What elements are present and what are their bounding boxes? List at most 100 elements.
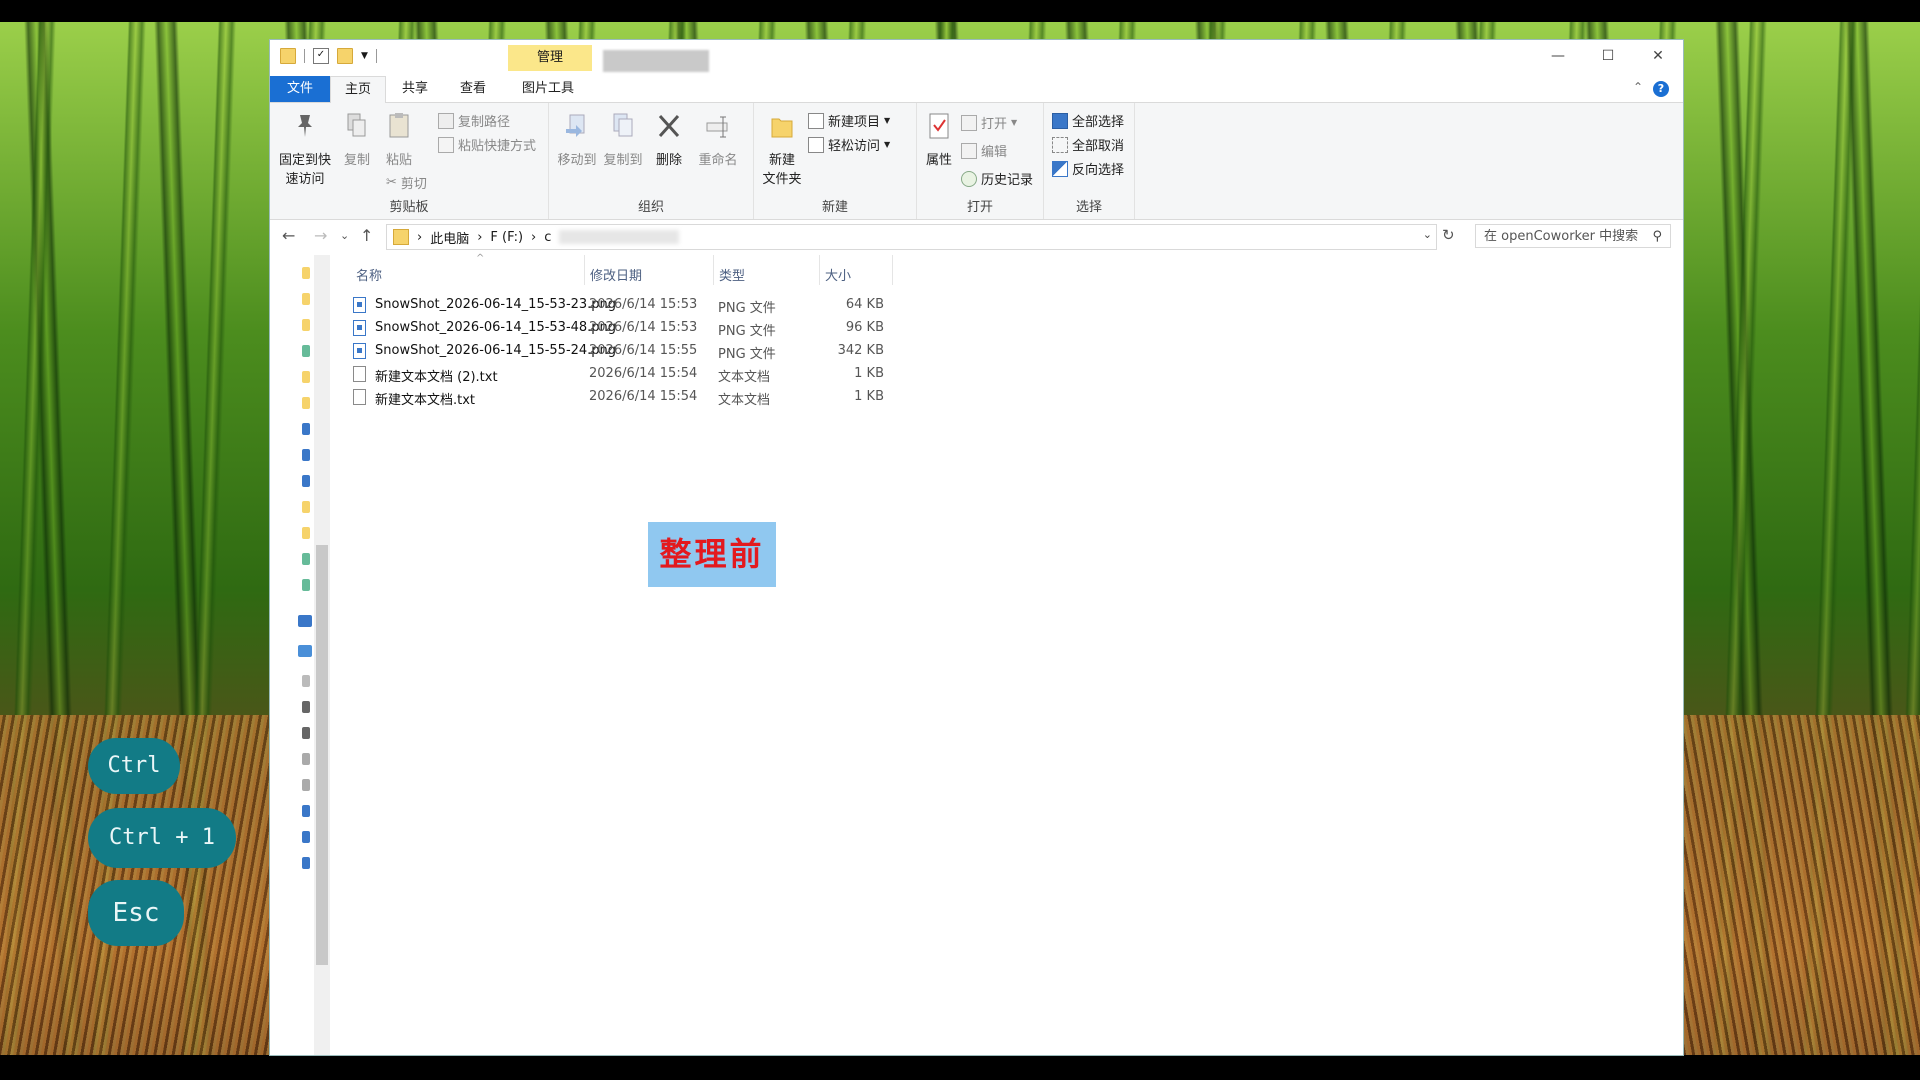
move-to-button[interactable]: 移动到 [555, 111, 599, 168]
properties-icon[interactable]: ✓ [313, 48, 329, 64]
breadcrumb-drive[interactable]: F (F:) [490, 230, 523, 245]
nav-folder-icon[interactable] [302, 319, 310, 331]
easy-access-icon [808, 136, 824, 153]
file-list[interactable]: ^ 名称 修改日期 类型 大小 SnowShot_2026-06-14_15-5… [332, 253, 1683, 1055]
select-all-label: 全部选择 [1072, 115, 1125, 130]
new-folder-button[interactable]: 新建 文件夹 [760, 111, 804, 187]
address-dropdown-icon[interactable]: ⌄ [1423, 228, 1432, 241]
open-button[interactable]: 打开 ▼ [961, 113, 1017, 132]
tab-view[interactable]: 查看 [446, 76, 500, 102]
column-divider[interactable] [819, 255, 820, 285]
file-row[interactable]: SnowShot_2026-06-14_15-53-23.png 2026/6/… [344, 293, 1004, 316]
forward-arrow-icon[interactable]: → [314, 226, 327, 245]
tab-file[interactable]: 文件 [270, 76, 330, 102]
paste-shortcut-button[interactable]: 粘贴快捷方式 [438, 135, 536, 154]
select-none-button[interactable]: 全部取消 [1052, 135, 1124, 154]
file-row[interactable]: SnowShot_2026-06-14_15-55-24.png 2026/6/… [344, 339, 1004, 362]
column-header-size[interactable]: 大小 [825, 265, 851, 284]
copy-path-button[interactable]: 复制路径 [438, 111, 510, 130]
properties-button[interactable]: 属性 [921, 111, 957, 168]
nav-drive-icon[interactable] [302, 727, 310, 739]
customize-toolbar-dropdown-icon[interactable]: ▼ [361, 51, 368, 61]
nav-drive-icon[interactable] [302, 779, 310, 791]
back-arrow-icon[interactable]: ← [282, 226, 295, 245]
new-folder-icon[interactable] [337, 48, 353, 64]
nav-folder-icon[interactable] [302, 293, 310, 305]
close-button[interactable]: ✕ [1633, 40, 1683, 72]
rename-button[interactable]: 重命名 [695, 111, 741, 168]
sort-ascending-icon: ^ [476, 253, 485, 264]
breadcrumb-this-pc[interactable]: 此电脑 [430, 228, 469, 247]
navigation-pane[interactable] [270, 255, 332, 1055]
help-icon[interactable]: ? [1653, 81, 1669, 97]
nav-drive-icon[interactable] [302, 857, 310, 869]
copy-to-button[interactable]: 复制到 [601, 111, 645, 168]
file-name: SnowShot_2026-06-14_15-53-48.png [375, 320, 617, 335]
nav-cloud-icon[interactable] [302, 423, 310, 435]
nav-drive-icon[interactable] [302, 831, 310, 843]
column-header-name[interactable]: 名称 [356, 265, 382, 284]
column-divider[interactable] [713, 255, 714, 285]
cut-button[interactable]: ✂ 剪切 [386, 173, 427, 192]
key-ctrl-1-overlay: Ctrl + 1 [88, 808, 236, 868]
paste-button[interactable]: 粘贴 [382, 111, 416, 168]
nav-folder-icon[interactable] [302, 527, 310, 539]
column-divider[interactable] [892, 255, 893, 285]
tab-home[interactable]: 主页 [330, 76, 387, 103]
column-divider[interactable] [584, 255, 585, 285]
copy-button[interactable]: 复制 [340, 111, 374, 168]
collapse-ribbon-icon[interactable]: ⌃ [1633, 80, 1643, 94]
file-row[interactable]: 新建文本文档.txt 2026/6/14 15:54 文本文档 1 KB [344, 385, 1004, 408]
file-type: 文本文档 [718, 370, 771, 385]
nav-folder-icon[interactable] [302, 371, 310, 383]
new-folder-label-2: 文件夹 [762, 172, 802, 187]
manage-context-tab[interactable]: 管理 [508, 45, 592, 71]
nav-folder-icon[interactable] [302, 501, 310, 513]
nav-download-icon[interactable] [302, 805, 310, 817]
invert-selection-button[interactable]: 反向选择 [1052, 159, 1124, 178]
nav-folder-icon[interactable] [302, 553, 310, 565]
file-date: 2026/6/14 15:54 [589, 366, 698, 381]
nav-folder-icon[interactable] [302, 267, 310, 279]
nav-cloud-icon[interactable] [302, 449, 310, 461]
rename-icon [706, 116, 728, 138]
select-all-button[interactable]: 全部选择 [1052, 111, 1124, 130]
nav-drive-icon[interactable] [302, 753, 310, 765]
nav-drive-icon[interactable] [302, 675, 310, 687]
move-to-label: 移动到 [557, 153, 597, 168]
nav-cloud-icon[interactable] [302, 475, 310, 487]
search-input[interactable]: 在 openCoworker 中搜索 ⚲ [1475, 224, 1671, 248]
easy-access-button[interactable]: 轻松访问 ▼ [808, 135, 890, 154]
refresh-icon[interactable]: ↻ [1442, 226, 1455, 244]
history-button[interactable]: 历史记录 [961, 169, 1033, 188]
delete-button[interactable]: 删除 [649, 111, 689, 168]
folder-icon [393, 229, 409, 245]
file-name: 新建文本文档.txt [375, 393, 476, 408]
pin-quick-access-button[interactable]: 固定到快 速访问 [278, 111, 332, 187]
folder-icon [280, 48, 296, 64]
tab-picture-tools[interactable]: 图片工具 [508, 76, 588, 102]
edit-button[interactable]: 编辑 [961, 141, 1007, 160]
file-type: PNG 文件 [718, 301, 776, 316]
file-row[interactable]: 新建文本文档 (2).txt 2026/6/14 15:54 文本文档 1 KB [344, 362, 1004, 385]
nav-folder-icon[interactable] [302, 397, 310, 409]
invert-selection-icon [1052, 160, 1068, 177]
address-bar[interactable]: › 此电脑 › F (F:) › c ⌄ [386, 224, 1437, 250]
nav-drive-icon[interactable] [302, 701, 310, 713]
file-row[interactable]: SnowShot_2026-06-14_15-53-48.png 2026/6/… [344, 316, 1004, 339]
up-arrow-icon[interactable]: ↑ [360, 226, 373, 245]
this-pc-icon[interactable] [298, 645, 312, 657]
navigation-scrollbar-thumb[interactable] [316, 545, 328, 965]
minimize-button[interactable]: — [1533, 40, 1583, 72]
breadcrumb-folder[interactable]: c [544, 230, 551, 245]
new-item-button[interactable]: 新建项目 ▼ [808, 111, 890, 130]
nav-folder-icon[interactable] [302, 345, 310, 357]
column-header-type[interactable]: 类型 [719, 265, 745, 284]
maximize-button[interactable]: ☐ [1583, 40, 1633, 72]
recent-locations-chevron-icon[interactable]: ⌄ [340, 229, 349, 242]
onedrive-icon[interactable] [298, 615, 312, 627]
nav-folder-icon[interactable] [302, 579, 310, 591]
tab-share[interactable]: 共享 [388, 76, 442, 102]
column-header-date[interactable]: 修改日期 [590, 265, 642, 284]
breadcrumb-separator-icon: › [531, 229, 537, 245]
